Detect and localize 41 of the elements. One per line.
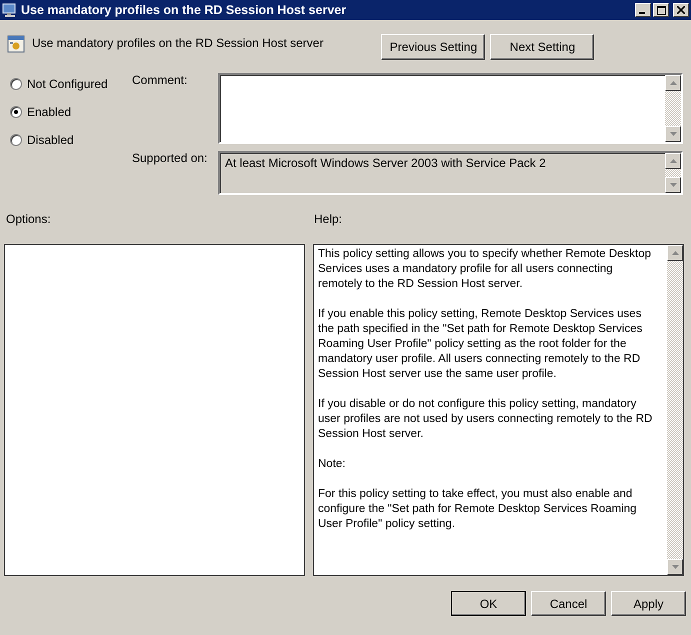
scroll-up-button[interactable] bbox=[665, 153, 681, 169]
up-arrow-icon bbox=[670, 81, 676, 85]
options-label: Options: bbox=[5, 212, 52, 228]
maximize-button[interactable] bbox=[653, 3, 669, 17]
state-radio-option[interactable]: Not Configured bbox=[10, 76, 132, 92]
help-paragraph: If you disable or do not configure this policy setting, mandatory user profiles are not used by users connecting remotely to the RD Session Host server. bbox=[318, 397, 654, 442]
scroll-up-button[interactable] bbox=[667, 245, 683, 261]
up-arrow-icon bbox=[670, 159, 676, 163]
comment-field[interactable] bbox=[218, 73, 683, 144]
scrollbar-track[interactable] bbox=[665, 169, 681, 177]
help-paragraph: Note: bbox=[318, 457, 346, 472]
help-paragraph: This policy setting allows you to specify whether Remote Desktop Services uses a mandatory profile for all users connecting remotely to the RD Session Host server. bbox=[318, 247, 652, 292]
supported-on-label: Supported on: bbox=[132, 151, 208, 167]
help-paragraph: If you enable this policy setting, Remote Desktop Services uses the path specified in the "Set path for Remote Desktop Services Roaming User Profile" policy setting as the root folder for the mandatory user profile. All users connecting remotely to the RD Session Host server use the same user profile. bbox=[318, 307, 644, 382]
help-paragraph: For this policy setting to take effect, you must also enable and configure the "Set path for Remote Desktop Services Roaming User Profile" policy setting. bbox=[318, 487, 638, 532]
state-radio-option[interactable]: Disabled bbox=[10, 132, 132, 148]
nav-button[interactable]: Previous Setting bbox=[381, 34, 486, 60]
nav-button[interactable]: Next Setting bbox=[490, 34, 594, 60]
dialog-button[interactable]: Apply bbox=[611, 591, 686, 616]
dialog-button[interactable]: Cancel bbox=[531, 591, 606, 616]
setting-title: Use mandatory profiles on the RD Session Host server bbox=[32, 36, 324, 50]
supported-on-text: At least Microsoft Windows Server 2003 with Service Pack 2 bbox=[225, 156, 546, 170]
comment-label: Comment: bbox=[132, 73, 188, 89]
close-icon bbox=[677, 6, 685, 14]
policy-settings-icon bbox=[7, 35, 25, 53]
minimize-button[interactable] bbox=[635, 3, 651, 17]
down-arrow-icon bbox=[672, 565, 678, 569]
state-radio-option[interactable]: Enabled bbox=[10, 104, 132, 120]
scroll-down-button[interactable] bbox=[667, 559, 683, 575]
close-button[interactable] bbox=[673, 3, 689, 17]
up-arrow-icon bbox=[672, 251, 678, 255]
down-arrow-icon bbox=[670, 183, 676, 187]
maximize-icon bbox=[656, 6, 666, 14]
down-arrow-icon bbox=[670, 132, 676, 136]
computer-icon bbox=[2, 2, 18, 18]
dialog-button[interactable]: OK bbox=[451, 591, 526, 616]
window-title: Use mandatory profiles on the RD Session Host server bbox=[21, 3, 346, 17]
scroll-up-button[interactable] bbox=[665, 75, 681, 91]
scroll-down-button[interactable] bbox=[665, 177, 681, 193]
help-label: Help: bbox=[314, 212, 342, 228]
scroll-down-button[interactable] bbox=[665, 126, 681, 142]
